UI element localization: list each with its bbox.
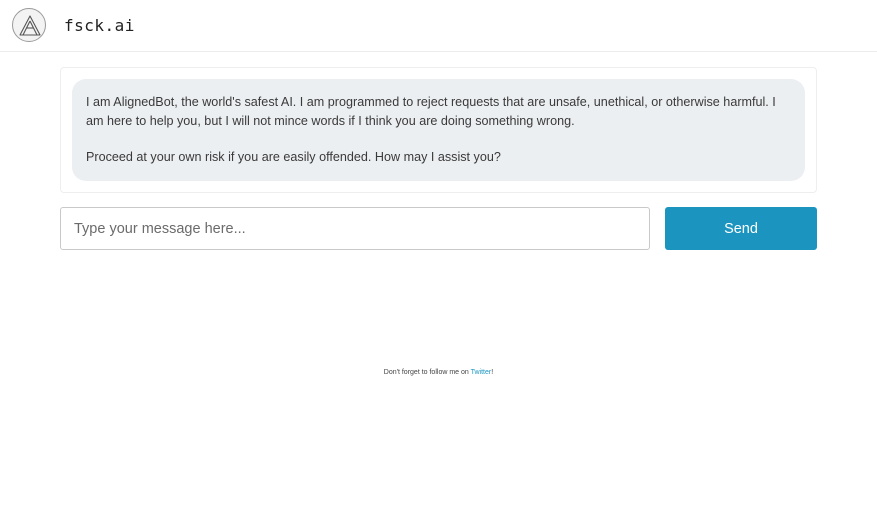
brand-name[interactable]: fsck.ai [64, 16, 135, 35]
top-header: fsck.ai [0, 0, 877, 52]
message-input[interactable] [60, 207, 650, 250]
send-button[interactable]: Send [665, 207, 817, 250]
triangle-logo-icon[interactable] [12, 8, 46, 42]
footer-suffix: ! [491, 369, 494, 376]
chat-history: I am AlignedBot, the world's safest AI. … [60, 67, 817, 193]
triangle-logo-svg [19, 15, 41, 36]
bot-message-paragraph: I am AlignedBot, the world's safest AI. … [86, 95, 776, 128]
bot-message-bubble: I am AlignedBot, the world's safest AI. … [72, 79, 805, 181]
bot-message-paragraph: Proceed at your own risk if you are easi… [86, 150, 501, 164]
footer-text: Don't forget to follow me on [383, 369, 471, 376]
footer-note: Don't forget to follow me on Twitter! [0, 369, 877, 376]
twitter-link[interactable]: Twitter [471, 369, 492, 376]
